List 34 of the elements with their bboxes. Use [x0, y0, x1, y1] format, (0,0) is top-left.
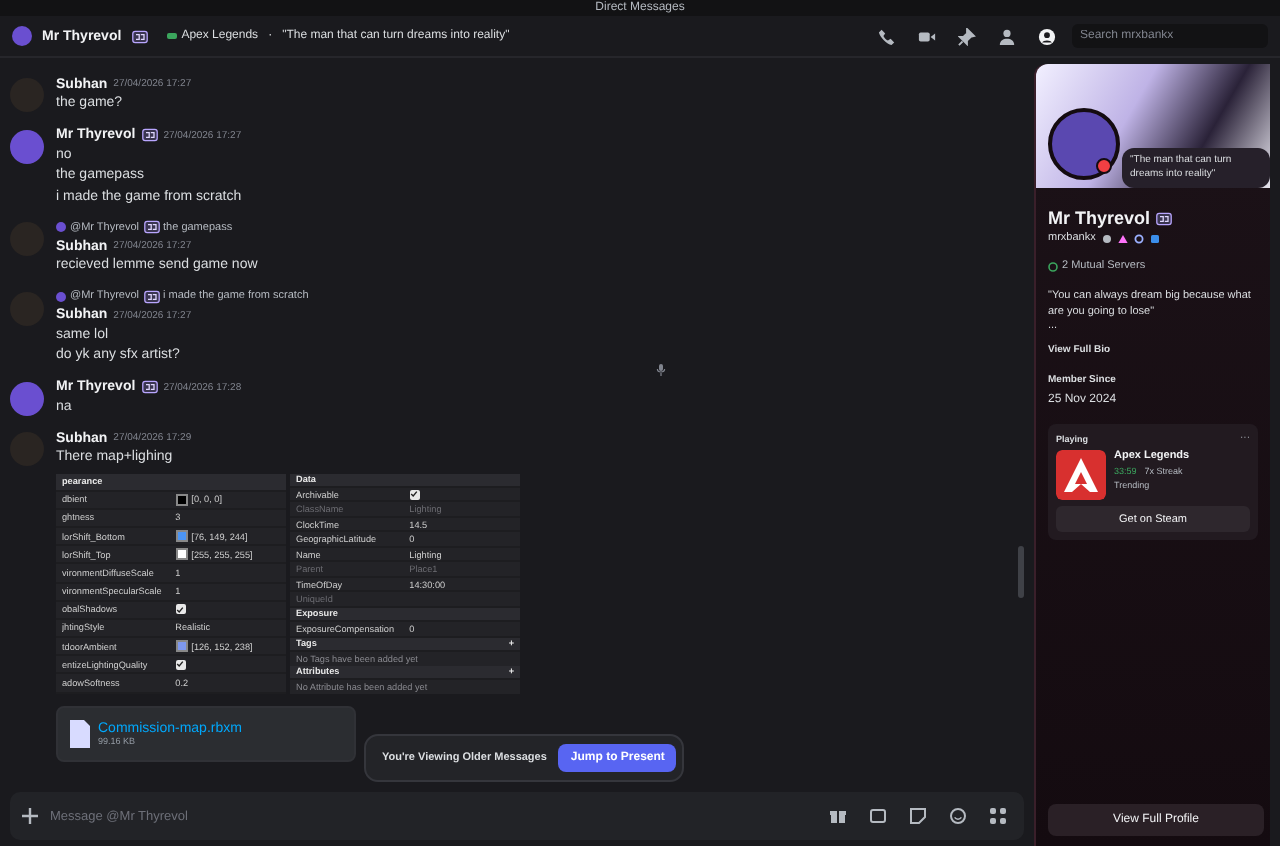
tag-icon: [141, 128, 158, 142]
emoji-icon[interactable]: [950, 808, 966, 824]
video-icon[interactable]: [918, 27, 936, 45]
checkbox[interactable]: [175, 659, 186, 670]
microphone-icon: [656, 364, 666, 376]
file-icon: [70, 719, 90, 747]
triangle-badge-icon: [1117, 233, 1128, 243]
tag-icon: [143, 289, 160, 303]
profile-icon[interactable]: [1038, 27, 1056, 45]
avatar: [56, 291, 66, 301]
game-logo-icon: [1056, 450, 1106, 500]
tag-icon: [1156, 211, 1173, 225]
sticker-icon[interactable]: [910, 808, 926, 824]
tag-icon: [131, 29, 148, 43]
ring-badge-icon: [1133, 233, 1144, 243]
avatar: [56, 222, 66, 232]
profile-name: Mr Thyrevol: [1048, 208, 1151, 228]
tag-icon: [143, 220, 160, 234]
checkbox[interactable]: [175, 604, 186, 615]
checkbox[interactable]: [409, 489, 420, 500]
badge-icon: [1101, 233, 1112, 243]
avatar: [1048, 108, 1120, 180]
tag-icon: [141, 380, 158, 394]
avatar: [12, 26, 32, 46]
badge-icon: [1149, 233, 1160, 243]
scrollbar[interactable]: [1018, 546, 1024, 598]
pin-icon[interactable]: [958, 27, 976, 45]
gamepad-icon: [165, 30, 178, 42]
server-icon: [1048, 261, 1058, 271]
people-icon[interactable]: [998, 27, 1016, 45]
gift-icon[interactable]: [830, 808, 846, 824]
phone-icon[interactable]: [878, 27, 896, 45]
apps-icon[interactable]: [990, 808, 1006, 824]
plus-icon[interactable]: [22, 808, 38, 824]
